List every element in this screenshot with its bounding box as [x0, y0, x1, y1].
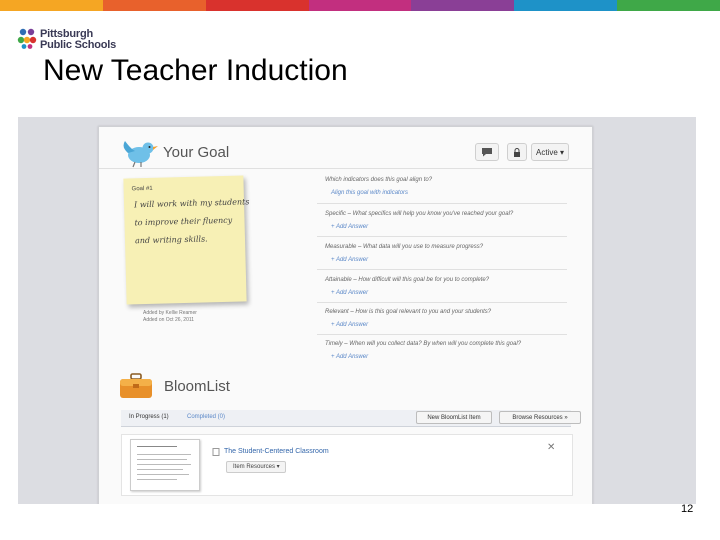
comment-icon [482, 148, 492, 157]
goal-text-line: to improve their fluency [134, 215, 233, 228]
goal-text-line: I will work with my students [133, 197, 250, 210]
screenshot-frame: Your Goal Active ▾ Goal #1 I will work w… [18, 117, 696, 504]
slide-title: New Teacher Induction [43, 54, 348, 87]
smart-question: Timely – When will you collect data? By … [325, 341, 522, 347]
goal-number: Goal #1 [131, 185, 153, 193]
lock-icon [514, 147, 520, 157]
color-bar-segment [102, 0, 206, 11]
add-answer-link[interactable]: + Add Answer [331, 290, 368, 296]
new-bloomlist-item-button[interactable]: New BloomList Item [416, 411, 492, 424]
app-panel: Your Goal Active ▾ Goal #1 I will work w… [98, 126, 593, 504]
add-answer-link[interactable]: + Add Answer [331, 224, 368, 230]
color-bar-segment [617, 0, 720, 11]
smart-question: Measurable – What data will you use to m… [325, 244, 484, 250]
document-thumbnail [130, 439, 200, 491]
goal-added-by: Added by Kellie Reamer [143, 310, 197, 316]
smart-question: Specific – What specifics will help you … [325, 211, 514, 217]
goal-added-on: Added on Oct 26, 2011 [143, 317, 195, 323]
logo-line-2: Public Schools [40, 39, 117, 51]
add-answer-link[interactable]: + Add Answer [331, 257, 368, 263]
goal-status-dropdown[interactable]: Active ▾ [531, 143, 569, 161]
color-bar-segment [205, 0, 309, 11]
add-answer-link[interactable]: + Add Answer [331, 322, 368, 328]
row-divider [317, 236, 567, 237]
row-divider [317, 269, 567, 270]
comment-button[interactable] [475, 143, 499, 161]
bloomlist-item-card: The Student-Centered Classroom Item Reso… [121, 434, 573, 496]
pittsburgh-public-schools-logo: Pittsburgh Public Schools [16, 26, 126, 54]
browse-resources-button[interactable]: Browse Resources » [499, 411, 581, 424]
color-bar-segment [411, 0, 515, 11]
lock-button[interactable] [507, 143, 527, 161]
goal-sticky-note: Goal #1 I will work with my students to … [123, 175, 250, 305]
goal-divider [99, 168, 592, 169]
row-divider [317, 334, 567, 335]
add-answer-link[interactable]: + Add Answer [331, 354, 368, 360]
tab-in-progress[interactable]: In Progress (1) [129, 414, 169, 420]
goal-text-line: and writing skills. [134, 234, 208, 246]
resource-title-link[interactable]: The Student-Centered Classroom [224, 448, 329, 455]
goal-section-title: Your Goal [163, 144, 230, 161]
briefcase-icon [120, 373, 152, 398]
color-bar [0, 0, 720, 11]
twitter-bird-icon [123, 141, 158, 168]
align-indicators-link[interactable]: Align this goal with indicators [331, 190, 408, 196]
item-status-dropdown[interactable]: Item Resources ▾ [226, 461, 286, 473]
tab-completed[interactable]: Completed (0) [187, 414, 225, 420]
row-divider [317, 302, 567, 303]
logo-mark-icon [17, 28, 37, 49]
color-bar-segment [514, 0, 618, 11]
smart-question: Which indicators does this goal align to… [325, 177, 433, 183]
color-bar-segment [0, 0, 103, 11]
row-divider [317, 203, 567, 204]
smart-question: Attainable – How difficult will this goa… [325, 277, 490, 283]
close-icon[interactable]: ✕ [547, 442, 555, 453]
page-number: 12 [681, 503, 694, 515]
smart-question: Relevant – How is this goal relevant to … [325, 309, 492, 315]
bloomlist-section-title: BloomList [164, 378, 230, 395]
color-bar-segment [308, 0, 412, 11]
document-icon [212, 448, 220, 456]
